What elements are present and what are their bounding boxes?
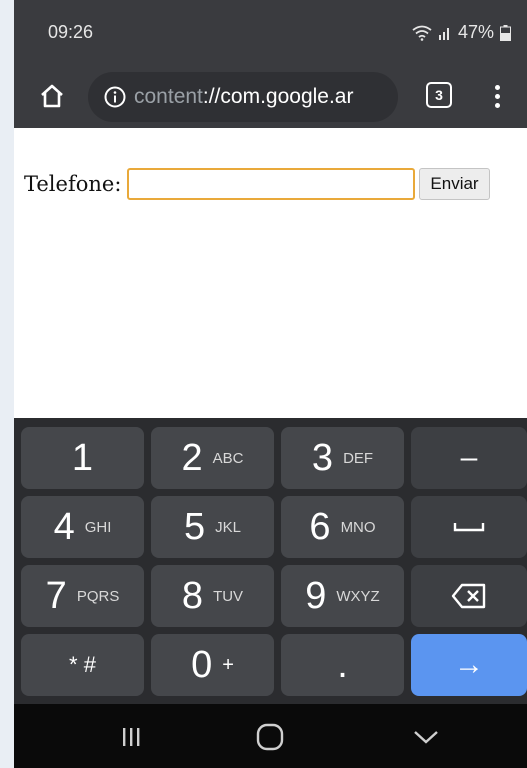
key-backspace[interactable] — [411, 565, 527, 627]
screenshot-frame: 09:26 47% content://com.google.ar 3 Tele… — [0, 0, 527, 768]
status-time: 09:26 — [48, 22, 94, 42]
home-button[interactable] — [34, 78, 70, 114]
key-star-hash[interactable]: * # — [21, 634, 144, 696]
key-minus[interactable]: – — [411, 427, 527, 489]
key-2[interactable]: 2 ABC — [151, 427, 274, 489]
key-7[interactable]: 7 PQRS — [21, 565, 144, 627]
browser-toolbar: content://com.google.ar 3 — [14, 64, 527, 128]
url-rest: ://com.google.ar — [202, 85, 354, 108]
phone-input[interactable] — [127, 168, 416, 200]
recents-icon — [123, 728, 140, 746]
key-1[interactable]: 1 — [21, 427, 144, 489]
url-text: content://com.google.ar — [134, 85, 353, 109]
key-6[interactable]: 6 MNO — [281, 496, 404, 558]
key-4[interactable]: 4 GHI — [21, 496, 144, 558]
chevron-down-icon — [414, 731, 438, 744]
system-nav-bar — [14, 704, 527, 768]
url-scheme: content — [134, 85, 203, 108]
recents-button[interactable] — [111, 722, 151, 752]
tabs-icon[interactable]: 3 — [426, 82, 452, 108]
battery-percent: 47% — [457, 22, 494, 42]
home-icon — [41, 84, 63, 108]
key-8[interactable]: 8 TUV — [151, 565, 274, 627]
key-5[interactable]: 5 JKL — [151, 496, 274, 558]
page-content: Telefone: Enviar — [14, 128, 527, 418]
phone-form: Telefone: Enviar — [24, 168, 490, 200]
info-icon[interactable] — [104, 86, 126, 108]
phone-screen: 09:26 47% content://com.google.ar 3 Tele… — [14, 0, 527, 768]
signal-icon — [438, 27, 449, 40]
backspace-icon — [451, 583, 486, 609]
key-space[interactable] — [411, 496, 527, 558]
home-nav-button[interactable] — [250, 722, 290, 752]
back-button[interactable] — [406, 722, 446, 752]
numeric-keyboard: 1 2 ABC 3 DEF – 4 GHI 5 JKL 6 MNO 7 PQRS 8 TUV … — [14, 418, 527, 704]
status-icons: 47% — [412, 22, 511, 43]
key-3[interactable]: 3 DEF — [281, 427, 404, 489]
key-0[interactable]: 0 + — [151, 634, 274, 696]
url-bar[interactable]: content://com.google.ar — [88, 72, 398, 122]
space-icon — [453, 523, 485, 532]
key-9[interactable]: 9 WXYZ — [281, 565, 404, 627]
wifi-icon — [412, 25, 432, 41]
phone-label: Telefone: — [24, 172, 122, 196]
home-circle-icon — [256, 723, 284, 751]
battery-icon — [500, 24, 511, 41]
key-enter[interactable]: → — [411, 634, 527, 696]
status-bar: 09:26 47% — [14, 0, 527, 64]
key-period[interactable]: . — [281, 634, 404, 696]
send-button[interactable]: Enviar — [419, 168, 490, 200]
more-vert-icon[interactable] — [486, 78, 508, 114]
